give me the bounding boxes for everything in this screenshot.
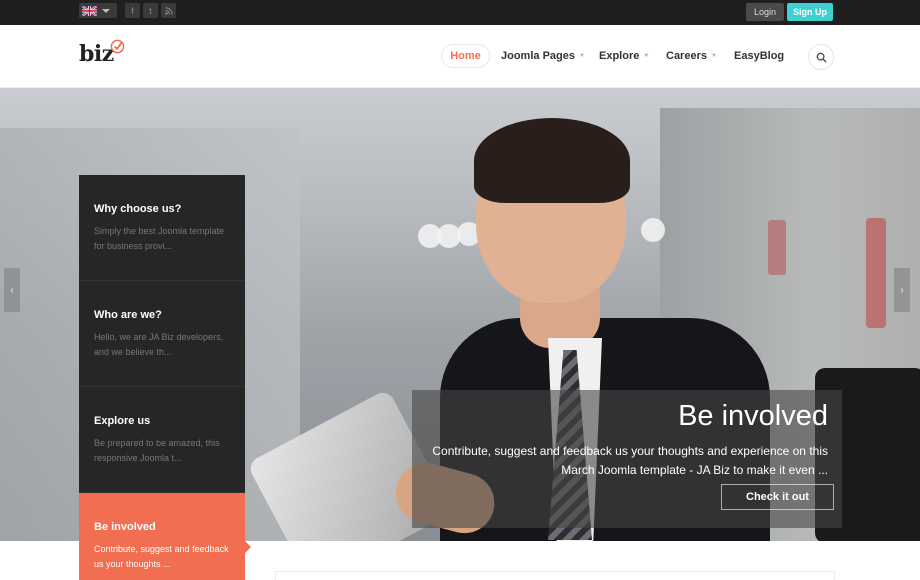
search-button[interactable] [808, 44, 834, 70]
language-switcher[interactable] [79, 3, 117, 18]
nav-joomla-pages[interactable]: Joomla Pages ▼ [501, 44, 585, 68]
chevron-down-icon: ▼ [710, 53, 717, 59]
content-panel [275, 571, 835, 580]
hero-background [641, 218, 665, 242]
nav-home[interactable]: Home [441, 44, 490, 68]
check-it-out-button[interactable]: Check it out [721, 484, 834, 510]
chevron-down-icon: ▼ [578, 53, 585, 59]
slider-tab-who-are-we[interactable]: Who are we? Hello, we are JA Biz develop… [79, 281, 245, 387]
nav-label: Explore [599, 50, 640, 62]
tab-title: Why choose us? [94, 203, 182, 215]
nav-label: Careers [666, 50, 707, 62]
twitter-icon[interactable]: t [143, 3, 158, 18]
slider-tabs: Why choose us? Simply the best Joomla te… [79, 175, 251, 580]
site-logo[interactable]: biz [79, 41, 114, 67]
slider-tab-why-choose-us[interactable]: Why choose us? Simply the best Joomla te… [79, 175, 245, 281]
slider-tab-explore-us[interactable]: Explore us Be prepared to be amazed, thi… [79, 387, 245, 493]
nav-label: EasyBlog [734, 50, 785, 62]
tab-description: Simply the best Joomla template for busi… [94, 226, 225, 251]
uk-flag-icon [82, 5, 97, 16]
slide-description: Contribute, suggest and feedback us your… [432, 444, 828, 477]
nav-label: Joomla Pages [501, 50, 575, 62]
site-header: biz Home Joomla Pages ▼ Explore ▼ Careers ▼… [0, 25, 920, 88]
chevron-right-icon: › [900, 284, 904, 296]
check-badge-icon [110, 39, 125, 54]
tab-title: Who are we? [94, 309, 162, 321]
nav-label: Home [450, 50, 481, 62]
top-bar: f t Login Sign Up [0, 0, 920, 25]
login-button[interactable]: Login [746, 3, 784, 21]
chevron-left-icon: ‹ [10, 284, 14, 296]
search-icon [816, 52, 827, 63]
chevron-down-icon [102, 8, 110, 13]
hero-background [866, 218, 886, 328]
tab-description: Contribute, suggest and feedback us your… [94, 544, 229, 569]
hero-background [768, 220, 786, 275]
slide-title: Be involved [678, 400, 828, 432]
nav-easyblog[interactable]: EasyBlog [734, 44, 784, 68]
chevron-down-icon: ▼ [643, 53, 650, 59]
facebook-icon[interactable]: f [125, 3, 140, 18]
rss-icon[interactable] [161, 3, 176, 18]
next-slide-button[interactable]: › [894, 268, 910, 312]
tab-title: Be involved [94, 521, 156, 533]
prev-slide-button[interactable]: ‹ [4, 268, 20, 312]
hero-photo-person [474, 118, 630, 203]
nav-careers[interactable]: Careers ▼ [666, 44, 717, 68]
tab-description: Hello, we are JA Biz developers, and we … [94, 332, 224, 357]
slider-tab-be-involved[interactable]: Be involved Contribute, suggest and feed… [79, 493, 251, 580]
slide-caption: Be involved Contribute, suggest and feed… [412, 390, 842, 528]
signup-button[interactable]: Sign Up [787, 3, 833, 21]
tab-title: Explore us [94, 415, 151, 427]
nav-explore[interactable]: Explore ▼ [599, 44, 649, 68]
tab-description: Be prepared to be amazed, this responsiv… [94, 438, 220, 463]
